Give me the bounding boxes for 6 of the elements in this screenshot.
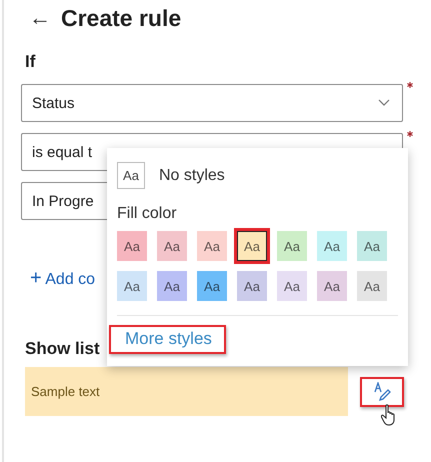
section-heading: If xyxy=(25,52,36,72)
no-styles-label: No styles xyxy=(159,166,225,184)
fill-color-heading: Fill color xyxy=(117,205,178,223)
section-heading: Show list xyxy=(25,339,100,359)
style-preview: Sample text xyxy=(25,367,348,416)
page-title: Create rule xyxy=(61,4,182,32)
